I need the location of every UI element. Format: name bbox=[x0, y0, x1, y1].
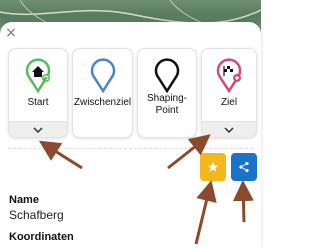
name-label: Name bbox=[9, 194, 39, 206]
waypoint-card-shaping-point[interactable]: Shaping- Point bbox=[137, 48, 197, 138]
chevron-down-icon bbox=[33, 126, 43, 133]
expand-start-button[interactable] bbox=[9, 121, 67, 137]
shaping-point-pin-icon bbox=[154, 58, 180, 93]
name-value: Schafberg bbox=[9, 208, 64, 222]
waypoint-card-start[interactable]: Start bbox=[8, 48, 68, 138]
share-icon bbox=[239, 161, 249, 173]
waypoint-card-ziel[interactable]: Ziel bbox=[201, 48, 257, 138]
waypoint-label-shaping-point: Shaping- Point bbox=[146, 93, 188, 116]
waypoint-label-ziel: Ziel bbox=[220, 97, 238, 108]
coordinates-label: Koordinaten bbox=[9, 231, 74, 243]
start-home-pin-icon bbox=[25, 58, 51, 93]
destination-flag-pin-icon bbox=[216, 58, 242, 93]
star-icon bbox=[208, 162, 218, 172]
waypoint-card-zwischenziel[interactable]: Zwischenziel bbox=[72, 48, 133, 138]
expand-ziel-button[interactable] bbox=[202, 121, 256, 137]
chevron-down-icon bbox=[224, 126, 234, 133]
favorite-button[interactable] bbox=[200, 153, 226, 181]
section-divider bbox=[8, 148, 253, 149]
via-pin-icon bbox=[90, 58, 115, 93]
share-button[interactable] bbox=[231, 153, 257, 181]
waypoint-label-zwischenziel: Zwischenziel bbox=[73, 97, 132, 108]
close-icon[interactable]: × bbox=[4, 26, 18, 40]
waypoint-label-start: Start bbox=[27, 97, 49, 108]
